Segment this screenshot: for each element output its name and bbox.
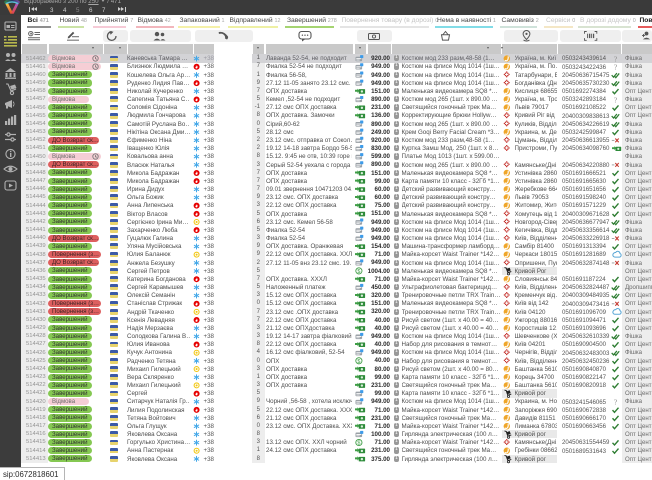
svg-text:$: $ [357, 440, 360, 446]
svg-text:?: ? [614, 398, 618, 407]
svg-text:$: $ [357, 269, 360, 275]
svg-text:$: $ [357, 359, 360, 365]
svg-text:?: ? [614, 63, 618, 72]
svg-text:?: ? [614, 95, 618, 104]
